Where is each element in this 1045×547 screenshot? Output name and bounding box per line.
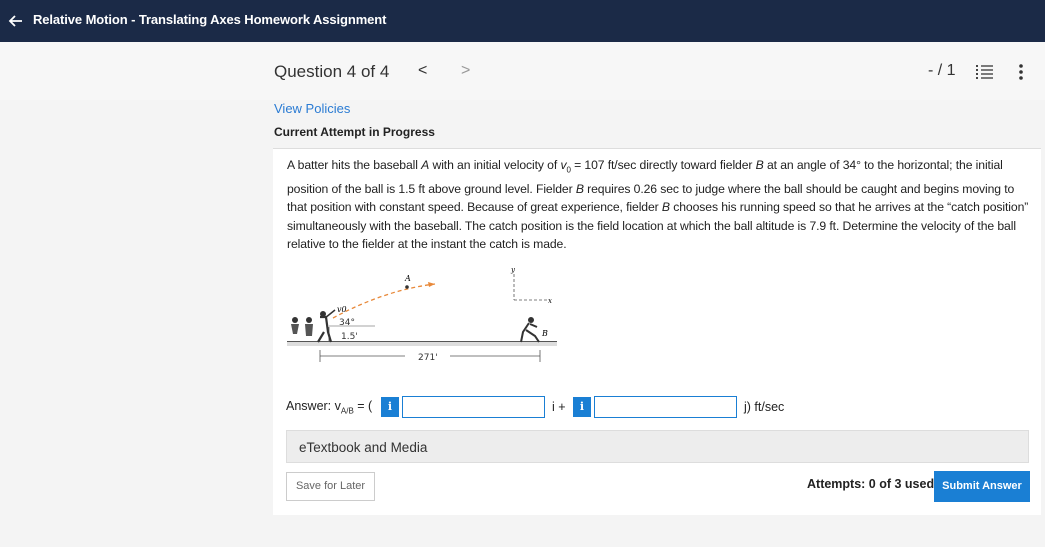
- angle-label: 34°: [339, 318, 355, 328]
- info-button-i[interactable]: i: [381, 397, 399, 417]
- question-list-icon[interactable]: [976, 64, 994, 80]
- v0-label: v0: [337, 305, 347, 314]
- info-button-j[interactable]: i: [573, 397, 591, 417]
- top-bar: Relative Motion - Translating Axes Homew…: [0, 0, 1045, 42]
- y-axis-label: y: [510, 266, 516, 274]
- question-counter: Question 4 of 4: [274, 62, 390, 81]
- problem-figure: A v0 34° 1.5' 271' y x B: [287, 266, 557, 363]
- problem-statement: A batter hits the baseball A with an ini…: [287, 158, 1029, 252]
- ball-label: A: [404, 274, 411, 283]
- answer-label: Answer: vA/B = (: [286, 399, 373, 416]
- question-score: - / 1: [928, 62, 956, 79]
- previous-question-button[interactable]: <: [418, 62, 427, 80]
- batter-figure: [291, 309, 336, 343]
- fielder-figure: [520, 317, 540, 343]
- attempt-status: Current Attempt in Progress: [274, 125, 435, 139]
- fielder-label: B: [541, 329, 548, 338]
- etextbook-label: eTextbook and Media: [299, 440, 428, 455]
- answer-j-input[interactable]: [594, 396, 737, 418]
- j-unit-label: j) ft/sec: [744, 400, 785, 414]
- answer-i-input[interactable]: [402, 396, 545, 418]
- submit-answer-button[interactable]: Submit Answer: [934, 471, 1030, 502]
- back-arrow-icon[interactable]: [6, 11, 26, 31]
- etextbook-media-panel[interactable]: eTextbook and Media: [286, 430, 1029, 463]
- height-label: 1.5': [341, 332, 358, 342]
- attempts-counter: Attempts: 0 of 3 used: [807, 477, 935, 491]
- i-unit-label: i +: [552, 400, 566, 414]
- question-header: [0, 42, 1045, 100]
- assignment-title: Relative Motion - Translating Axes Homew…: [33, 12, 387, 27]
- distance-label: 271': [418, 353, 438, 363]
- save-for-later-button[interactable]: Save for Later: [286, 472, 375, 501]
- next-question-button[interactable]: >: [461, 62, 470, 80]
- more-options-icon[interactable]: [1013, 62, 1029, 82]
- x-axis-label: x: [548, 297, 552, 305]
- view-policies-link[interactable]: View Policies: [274, 101, 350, 116]
